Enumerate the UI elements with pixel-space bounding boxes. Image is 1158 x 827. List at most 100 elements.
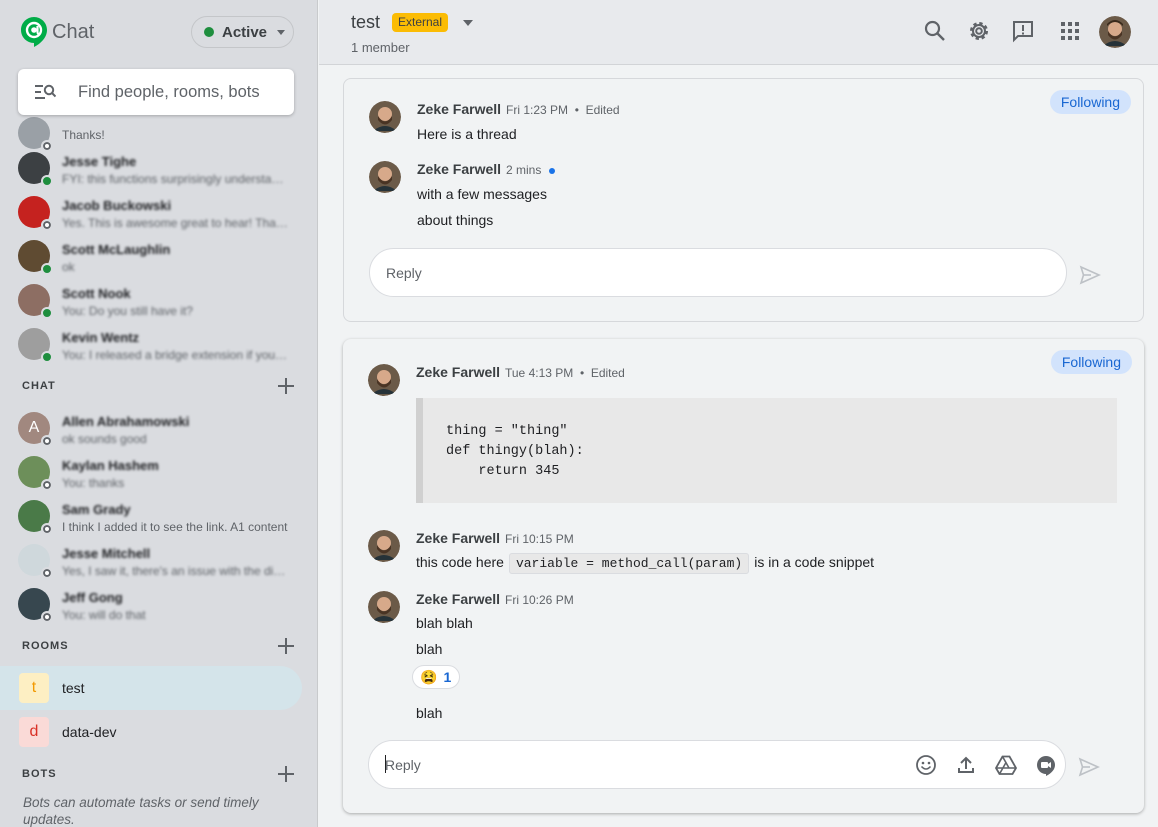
avatar: [18, 456, 53, 491]
presence-offline-icon: [41, 523, 53, 535]
search-icon[interactable]: [922, 18, 948, 44]
chat-section-title: CHAT: [22, 380, 56, 392]
edited-label: Edited: [585, 103, 620, 117]
chat-item[interactable]: Kaylan Hashem You: thanks: [0, 456, 317, 500]
room-item-data-dev[interactable]: d data-dev: [0, 710, 302, 754]
message-time: Fri 10:26 PM: [505, 593, 574, 607]
add-chat-icon[interactable]: [277, 377, 295, 395]
upload-icon[interactable]: [955, 754, 977, 776]
chat-name: Jesse Mitchell: [62, 546, 151, 561]
avatar: [369, 161, 401, 193]
avatar: [18, 500, 53, 535]
following-button[interactable]: Following: [1050, 350, 1132, 374]
bots-section-title: BOTS: [22, 768, 57, 780]
dm-item[interactable]: Jesse Tighe FYI: this functions surprisi…: [0, 152, 317, 196]
external-badge: External: [392, 13, 449, 32]
room-title[interactable]: test: [351, 12, 380, 33]
settings-icon[interactable]: [966, 18, 992, 44]
room-menu-chevron-icon[interactable]: [463, 20, 473, 26]
dm-item[interactable]: Scott Nook You: Do you still have it?: [0, 284, 317, 328]
avatar: [368, 591, 400, 623]
dm-item[interactable]: Scott McLaughlin ok: [0, 240, 317, 284]
search-input[interactable]: Find people, rooms, bots: [18, 69, 294, 115]
dm-preview: You: I released a bridge extension if yo…: [62, 348, 288, 362]
room-name: test: [62, 680, 85, 696]
chat-preview: You: will do that: [62, 608, 146, 622]
reply-placeholder: Reply: [385, 757, 421, 773]
status-dropdown[interactable]: Active: [191, 16, 294, 48]
reply-placeholder: Reply: [386, 265, 422, 281]
avatar: [18, 152, 53, 187]
chat-item[interactable]: Jeff Gong You: will do that: [0, 588, 317, 632]
presence-online-icon: [41, 307, 53, 319]
message-author: Zeke Farwell: [417, 101, 502, 117]
rooms-section-title: ROOMS: [22, 640, 69, 652]
avatar: [18, 196, 53, 231]
presence-offline-icon: [41, 140, 53, 152]
chat-preview: You: thanks: [62, 476, 125, 490]
room-initial-badge: d: [19, 717, 49, 747]
google-drive-icon[interactable]: [995, 754, 1017, 776]
chat-item[interactable]: Sam Grady I think I added it to see the …: [0, 500, 317, 544]
sidebar: Chat Active Find people, rooms, bots Tha…: [0, 0, 318, 827]
presence-offline-icon: [41, 611, 53, 623]
message-text: Here is a thread: [417, 126, 517, 142]
dm-name: Scott Nook: [62, 286, 131, 301]
avatar: [18, 240, 53, 275]
dm-preview: Yes. This is awesome great to hear! Than…: [62, 216, 288, 230]
message-text: blah: [416, 705, 443, 721]
dm-item[interactable]: Thanks!: [0, 113, 317, 157]
message-meta: Fri 1:23 PM • Edited: [506, 103, 620, 117]
dm-name: Jacob Buckowski: [62, 198, 172, 213]
dm-preview: You: Do you still have it?: [62, 304, 193, 318]
feedback-icon[interactable]: [1010, 18, 1036, 44]
chat-name: Sam Grady: [62, 502, 131, 517]
separator-dot: •: [576, 366, 588, 380]
message-meta: Tue 4:13 PM • Edited: [505, 366, 625, 380]
dm-name: Jesse Tighe: [62, 154, 137, 169]
message-text: blah: [416, 641, 443, 657]
add-bot-icon[interactable]: [277, 765, 295, 783]
thread-card: Following Zeke Farwell Tue 4:13 PM • Edi…: [343, 339, 1144, 813]
search-placeholder: Find people, rooms, bots: [78, 82, 260, 101]
avatar: [18, 284, 53, 319]
inline-code: variable = method_call(param): [508, 553, 750, 574]
message-meta: 2 mins: [506, 163, 556, 177]
following-button[interactable]: Following: [1049, 90, 1131, 114]
reaction-chip[interactable]: 😫 1: [412, 665, 460, 689]
send-icon[interactable]: [1079, 264, 1101, 286]
message-author: Zeke Farwell: [417, 161, 502, 177]
presence-online-icon: [41, 175, 53, 187]
chat-item[interactable]: Jesse Mitchell Yes, I saw it, there's an…: [0, 544, 317, 588]
chat-preview: ok sounds good: [62, 432, 147, 446]
app-brand[interactable]: Chat: [20, 16, 94, 48]
emoji-icon[interactable]: [915, 754, 937, 776]
send-icon[interactable]: [1078, 756, 1100, 778]
dm-name: Scott McLaughlin: [62, 242, 171, 257]
dm-preview: ok: [62, 260, 75, 274]
room-item-test[interactable]: t test: [0, 666, 302, 710]
member-count[interactable]: 1 member: [351, 40, 410, 55]
online-status-icon: [204, 27, 214, 37]
account-avatar[interactable]: [1099, 16, 1131, 48]
dm-item[interactable]: Jacob Buckowski Yes. This is awesome gre…: [0, 196, 317, 240]
video-meeting-icon[interactable]: [1035, 754, 1057, 776]
chat-item[interactable]: A Allen Abrahamowski ok sounds good: [0, 412, 317, 456]
reply-input[interactable]: Reply: [368, 740, 1066, 789]
tired-face-emoji-icon: 😫: [420, 668, 438, 685]
room-name: data-dev: [62, 724, 117, 740]
chat-name: Kaylan Hashem: [62, 458, 159, 473]
reply-input[interactable]: Reply: [369, 248, 1067, 297]
chat-preview: Yes, I saw it, there's an issue with the…: [62, 564, 288, 578]
edited-label: Edited: [590, 366, 625, 380]
separator-dot: •: [571, 103, 583, 117]
add-room-icon[interactable]: [277, 637, 295, 655]
avatar: [18, 544, 53, 579]
search-filter-icon: [35, 84, 56, 99]
chevron-down-icon: [277, 29, 286, 35]
message-time: Fri 10:15 PM: [505, 532, 574, 546]
apps-grid-icon[interactable]: [1057, 18, 1083, 44]
dm-item[interactable]: Kevin Wentz You: I released a bridge ext…: [0, 328, 317, 372]
presence-online-icon: [41, 263, 53, 275]
room-header: test External 1 member: [319, 0, 1158, 65]
